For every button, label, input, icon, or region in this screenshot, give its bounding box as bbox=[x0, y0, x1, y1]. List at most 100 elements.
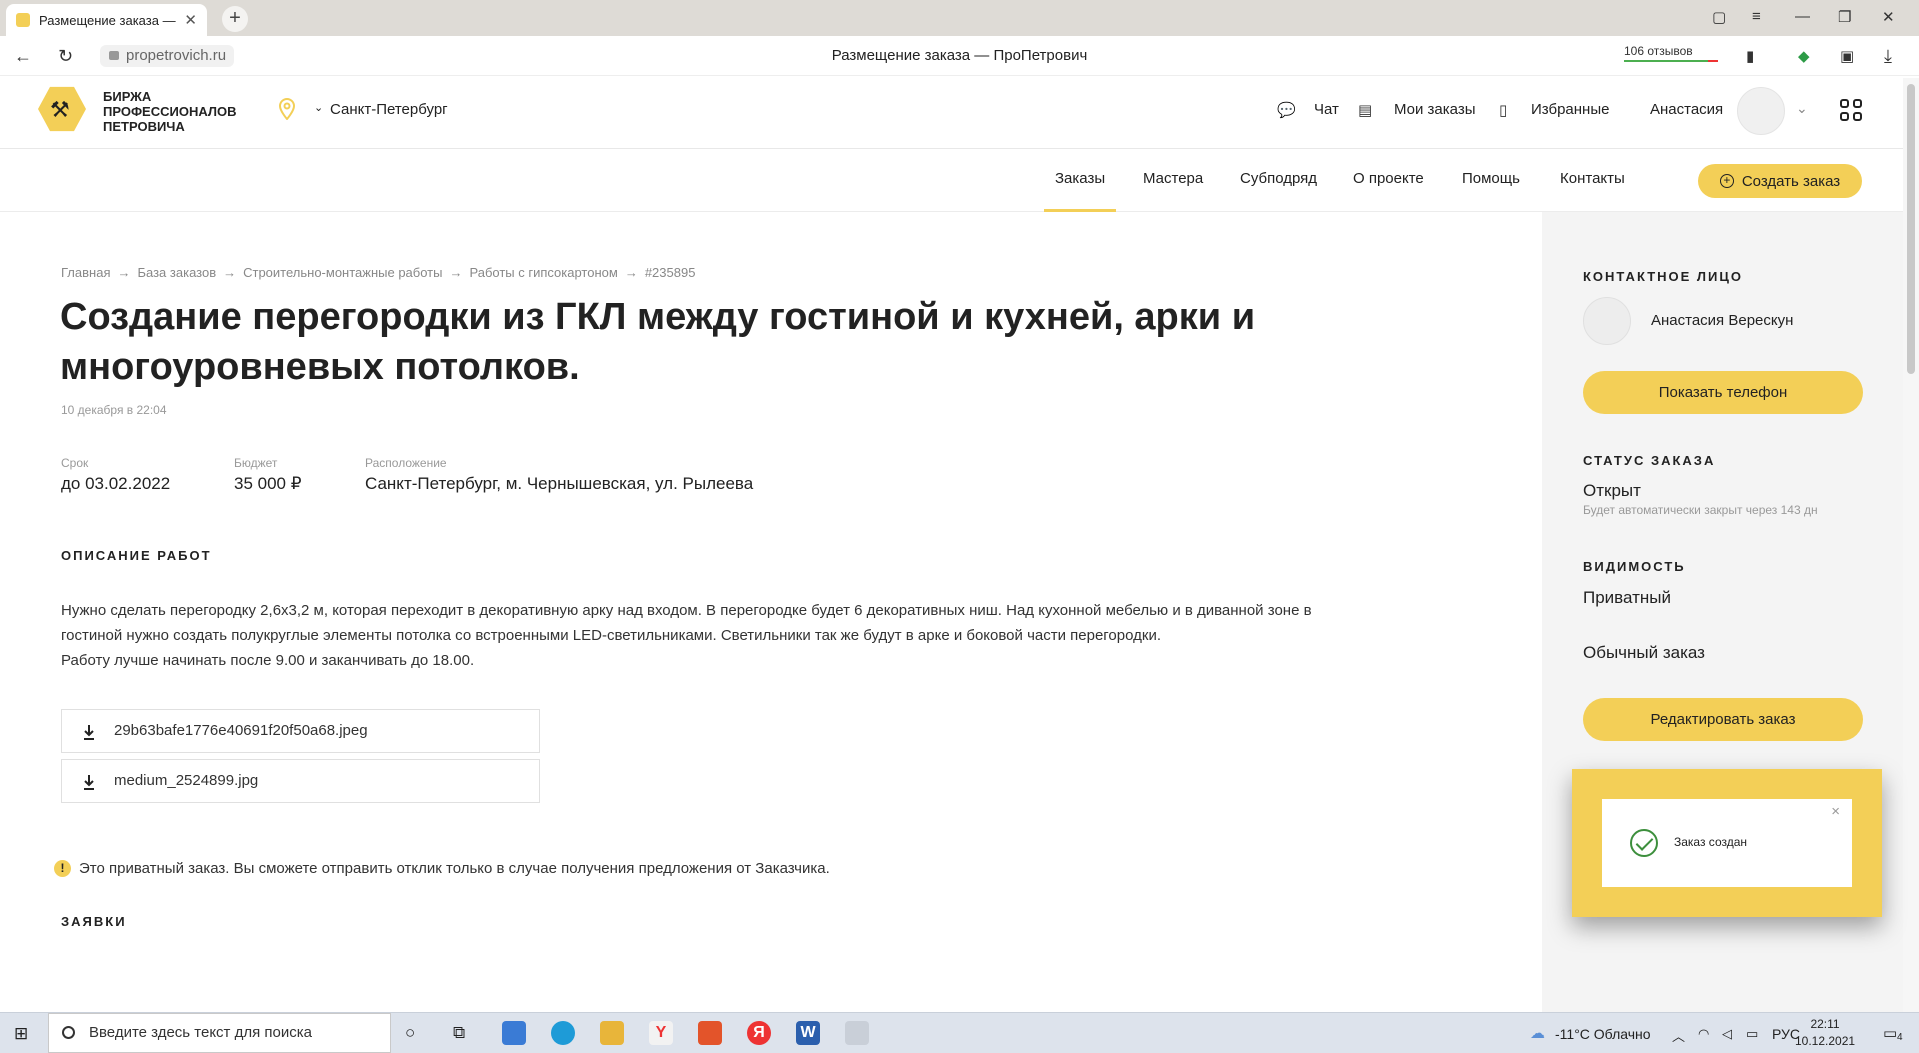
restore-icon[interactable]: ❐ bbox=[1838, 8, 1851, 26]
nav-about[interactable]: О проекте bbox=[1353, 170, 1424, 187]
search-icon bbox=[62, 1026, 75, 1039]
main-nav bbox=[0, 150, 1919, 212]
edge-browser-icon[interactable] bbox=[551, 1021, 575, 1045]
chevron-up-icon[interactable]: ︿ bbox=[1672, 1026, 1685, 1045]
warning-icon: ! bbox=[54, 860, 71, 877]
taskbar-search-placeholder: Введите здесь текст для поиска bbox=[89, 1024, 312, 1041]
description-heading: ОПИСАНИЕ РАБОТ bbox=[61, 548, 212, 563]
city-chevron-down-icon[interactable]: ⌄ bbox=[314, 101, 323, 114]
brand-name[interactable]: БИРЖА ПРОФЕССИОНАЛОВ ПЕТРОВИЧА bbox=[103, 89, 263, 134]
browser-tab-bar: Размещение заказа — ✕ + ▢ ≡ — ❐ ✕ bbox=[0, 0, 1919, 36]
apps-grid-icon[interactable] bbox=[1840, 99, 1862, 121]
arrow-right-icon: → bbox=[117, 265, 131, 280]
cloud-weather-icon[interactable]: ☁ bbox=[1530, 1024, 1545, 1042]
yandex-app-icon[interactable]: Я bbox=[747, 1021, 771, 1045]
clock-time: 22:11 bbox=[1810, 1017, 1840, 1031]
task-view-icon[interactable]: ⧉ bbox=[453, 1023, 465, 1043]
yandex-browser-icon[interactable]: Y bbox=[649, 1021, 673, 1045]
close-icon[interactable]: × bbox=[1831, 803, 1840, 820]
user-menu-chevron-icon[interactable]: ⌄ bbox=[1796, 100, 1808, 117]
status-note: Будет автоматически закрыт через 143 дн bbox=[1583, 503, 1818, 517]
favorites-icon[interactable]: ▯ bbox=[1499, 101, 1507, 119]
my-orders-link[interactable]: Мои заказы bbox=[1394, 101, 1476, 118]
bookmark-icon[interactable]: ▮ bbox=[1746, 47, 1754, 65]
nav-masters[interactable]: Мастера bbox=[1143, 170, 1203, 187]
office-icon[interactable] bbox=[698, 1021, 722, 1045]
active-nav-indicator bbox=[1044, 209, 1116, 212]
breadcrumb-orders-base[interactable]: База заказов bbox=[137, 265, 216, 280]
browser-tab[interactable]: Размещение заказа — ✕ bbox=[6, 4, 207, 36]
description-paragraph: Нужно сделать перегородку 2,6х3,2 м, кот… bbox=[61, 602, 1312, 644]
city-selector[interactable]: Санкт-Петербург bbox=[330, 101, 448, 118]
paint-icon[interactable] bbox=[845, 1021, 869, 1045]
chat-icon[interactable]: 💬 bbox=[1277, 101, 1296, 119]
deadline-label: Срок bbox=[61, 456, 89, 470]
arrow-right-icon: → bbox=[624, 265, 638, 280]
favorites-link[interactable]: Избранные bbox=[1531, 101, 1609, 118]
breadcrumb-order-id: #235895 bbox=[644, 265, 696, 280]
network-icon[interactable]: ◠ bbox=[1698, 1026, 1709, 1042]
order-date: 10 декабря в 22:04 bbox=[61, 403, 167, 417]
budget-value: 35 000 ₽ bbox=[234, 474, 302, 493]
volume-icon[interactable]: ◁ bbox=[1722, 1026, 1732, 1042]
windows-start-icon[interactable]: ⊞ bbox=[14, 1024, 28, 1044]
download-icon bbox=[84, 725, 94, 740]
avatar[interactable] bbox=[1737, 87, 1785, 135]
scrollbar-thumb[interactable] bbox=[1907, 84, 1915, 374]
attachment-file[interactable]: medium_2524899.jpg bbox=[61, 759, 540, 803]
taskbar-clock[interactable]: 22:11 10.12.2021 bbox=[1795, 1016, 1855, 1050]
nav-subcontract[interactable]: Субподряд bbox=[1240, 170, 1317, 187]
taskbar-search-input[interactable]: Введите здесь текст для поиска bbox=[48, 1013, 391, 1053]
orders-icon[interactable]: ▤ bbox=[1358, 101, 1372, 119]
toast-body: Заказ создан × bbox=[1602, 799, 1852, 887]
notifications-icon[interactable]: ▭ bbox=[1883, 1024, 1897, 1042]
toast-message: Заказ создан bbox=[1674, 835, 1748, 849]
site-favicon-icon bbox=[16, 13, 30, 27]
attachment-filename: medium_2524899.jpg bbox=[114, 772, 259, 789]
bookmarks-panel-icon[interactable]: ▢ bbox=[1712, 8, 1726, 26]
budget-label: Бюджет bbox=[234, 456, 278, 470]
user-name[interactable]: Анастасия bbox=[1650, 101, 1723, 118]
reviews-count: 106 отзывов bbox=[1624, 44, 1693, 58]
page-scrollbar[interactable] bbox=[1903, 78, 1919, 1012]
nav-contacts[interactable]: Контакты bbox=[1560, 170, 1625, 187]
mail-app-icon[interactable] bbox=[502, 1021, 526, 1045]
reviews-badge[interactable]: 106 отзывов bbox=[1624, 44, 1718, 62]
weather-text[interactable]: -11°C Облачно bbox=[1555, 1026, 1651, 1042]
download-icon bbox=[84, 775, 94, 790]
breadcrumb-drywall[interactable]: Работы с гипсокартоном bbox=[469, 265, 617, 280]
location-value: Санкт-Петербург, м. Чернышевская, ул. Ры… bbox=[365, 474, 754, 493]
breadcrumb-construction[interactable]: Строительно-монтажные работы bbox=[243, 265, 442, 280]
address-bar: ← ↻ propetrovich.ru Размещение заказа — … bbox=[0, 36, 1919, 76]
close-window-icon[interactable]: ✕ bbox=[1882, 8, 1895, 26]
cortana-icon[interactable]: ○ bbox=[405, 1023, 415, 1043]
contact-avatar bbox=[1583, 297, 1631, 345]
minimize-icon[interactable]: — bbox=[1795, 8, 1810, 25]
protect-shield-icon[interactable]: ◆ bbox=[1798, 47, 1810, 65]
status-value: Открыт bbox=[1583, 481, 1641, 500]
visibility-value: Приватный bbox=[1583, 588, 1671, 607]
chat-link[interactable]: Чат bbox=[1314, 101, 1339, 118]
order-title: Создание перегородки из ГКЛ между гостин… bbox=[60, 296, 1256, 388]
battery-icon[interactable]: ▭ bbox=[1746, 1026, 1758, 1042]
create-order-button[interactable]: + Создать заказ bbox=[1698, 164, 1862, 198]
menu-icon[interactable]: ≡ bbox=[1752, 8, 1761, 25]
downloads-icon[interactable]: ⤓ bbox=[1884, 46, 1892, 67]
create-order-label: Создать заказ bbox=[1741, 172, 1841, 190]
close-tab-icon[interactable]: ✕ bbox=[184, 11, 197, 29]
deadline-value: до 03.02.2022 bbox=[61, 474, 171, 493]
extensions-icon[interactable]: ▣ bbox=[1840, 47, 1854, 65]
nav-orders[interactable]: Заказы bbox=[1055, 170, 1105, 187]
clock-date: 10.12.2021 bbox=[1795, 1034, 1856, 1048]
breadcrumb-home[interactable]: Главная bbox=[61, 265, 110, 280]
location-label: Расположение bbox=[365, 456, 447, 470]
attachment-file[interactable]: 29b63bafe1776e40691f20f50a68.jpeg bbox=[61, 709, 540, 753]
private-notice-text: Это приватный заказ. Вы сможете отправит… bbox=[79, 860, 830, 877]
word-icon[interactable]: W bbox=[796, 1021, 820, 1045]
show-phone-button[interactable]: Показать телефон bbox=[1583, 371, 1863, 414]
description-paragraph: Работу лучше начинать после 9.00 и закан… bbox=[61, 652, 475, 669]
edit-order-button[interactable]: Редактировать заказ bbox=[1583, 698, 1863, 741]
nav-help[interactable]: Помощь bbox=[1462, 170, 1520, 187]
file-explorer-icon[interactable] bbox=[600, 1021, 624, 1045]
new-tab-button[interactable]: + bbox=[222, 6, 248, 32]
